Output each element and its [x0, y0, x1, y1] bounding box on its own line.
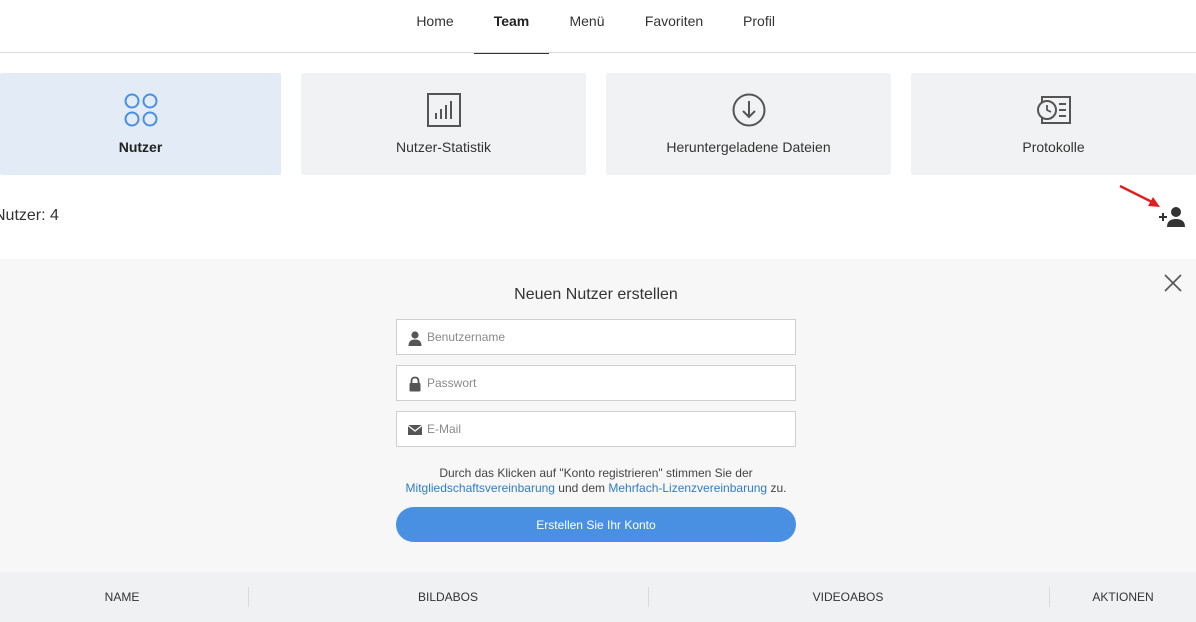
username-input[interactable] — [427, 320, 787, 354]
card-users[interactable]: Nutzer — [0, 73, 281, 175]
column-header-image-subscriptions[interactable]: BILDABOS — [249, 572, 647, 622]
column-header-actions[interactable]: AKTIONEN — [1050, 572, 1196, 622]
multi-license-agreement-link[interactable]: Mehrfach-Lizenzvereinbarung — [608, 481, 767, 495]
card-logs[interactable]: Protokolle — [911, 73, 1196, 175]
column-header-video-subscriptions[interactable]: VIDEOABOS — [649, 572, 1047, 622]
username-field[interactable] — [396, 319, 796, 355]
password-field[interactable] — [396, 365, 796, 401]
close-icon[interactable] — [1162, 272, 1184, 294]
card-user-statistics[interactable]: Nutzer-Statistik — [301, 73, 586, 175]
nav-menu[interactable]: Menü — [557, 0, 617, 53]
nav-profile[interactable]: Profil — [730, 0, 788, 53]
download-icon — [732, 93, 765, 127]
add-user-icon[interactable] — [1158, 205, 1186, 229]
user-icon — [408, 331, 422, 346]
lock-icon — [409, 376, 421, 392]
users-table-header: NAME BILDABOS VIDEOABOS AKTIONEN — [0, 572, 1196, 622]
column-header-name[interactable]: NAME — [0, 572, 244, 622]
four-circles-icon — [124, 93, 157, 127]
create-account-button[interactable]: Erstellen Sie Ihr Konto — [396, 507, 796, 542]
nav-home[interactable]: Home — [405, 0, 465, 53]
terms-line-1: Durch das Klicken auf "Konto registriere… — [439, 466, 753, 480]
terms-text: Durch das Klicken auf "Konto registriere… — [380, 466, 812, 496]
log-clock-icon — [1036, 96, 1071, 124]
envelope-icon — [407, 424, 423, 435]
card-user-statistics-label: Nutzer-Statistik — [396, 139, 491, 155]
membership-agreement-link[interactable]: Mitgliedschaftsvereinbarung — [406, 481, 555, 495]
user-count: Nutzer: 4 — [0, 207, 59, 224]
card-downloaded-files[interactable]: Heruntergeladene Dateien — [606, 73, 891, 175]
card-logs-label: Protokolle — [1022, 139, 1085, 155]
password-input[interactable] — [427, 366, 787, 400]
nav-favorites[interactable]: Favoriten — [632, 0, 716, 53]
card-users-label: Nutzer — [118, 139, 163, 155]
nav-team[interactable]: Team — [474, 0, 549, 54]
terms-middle: und dem — [554, 481, 609, 495]
user-count-wrap: Nutzer: 4 — [0, 200, 200, 230]
email-input[interactable] — [427, 412, 787, 446]
form-title: Neuen Nutzer erstellen — [514, 286, 678, 303]
terms-suffix: zu. — [767, 481, 787, 495]
terms-line-2: Mitgliedschaftsvereinbarung und dem Mehr… — [380, 481, 812, 496]
card-downloaded-files-label: Heruntergeladene Dateien — [666, 139, 831, 155]
bar-chart-icon — [426, 93, 461, 127]
red-arrow-annotation — [1119, 184, 1160, 207]
top-nav: Home Team Menü Favoriten Profil — [0, 0, 1196, 54]
email-field[interactable] — [396, 411, 796, 447]
